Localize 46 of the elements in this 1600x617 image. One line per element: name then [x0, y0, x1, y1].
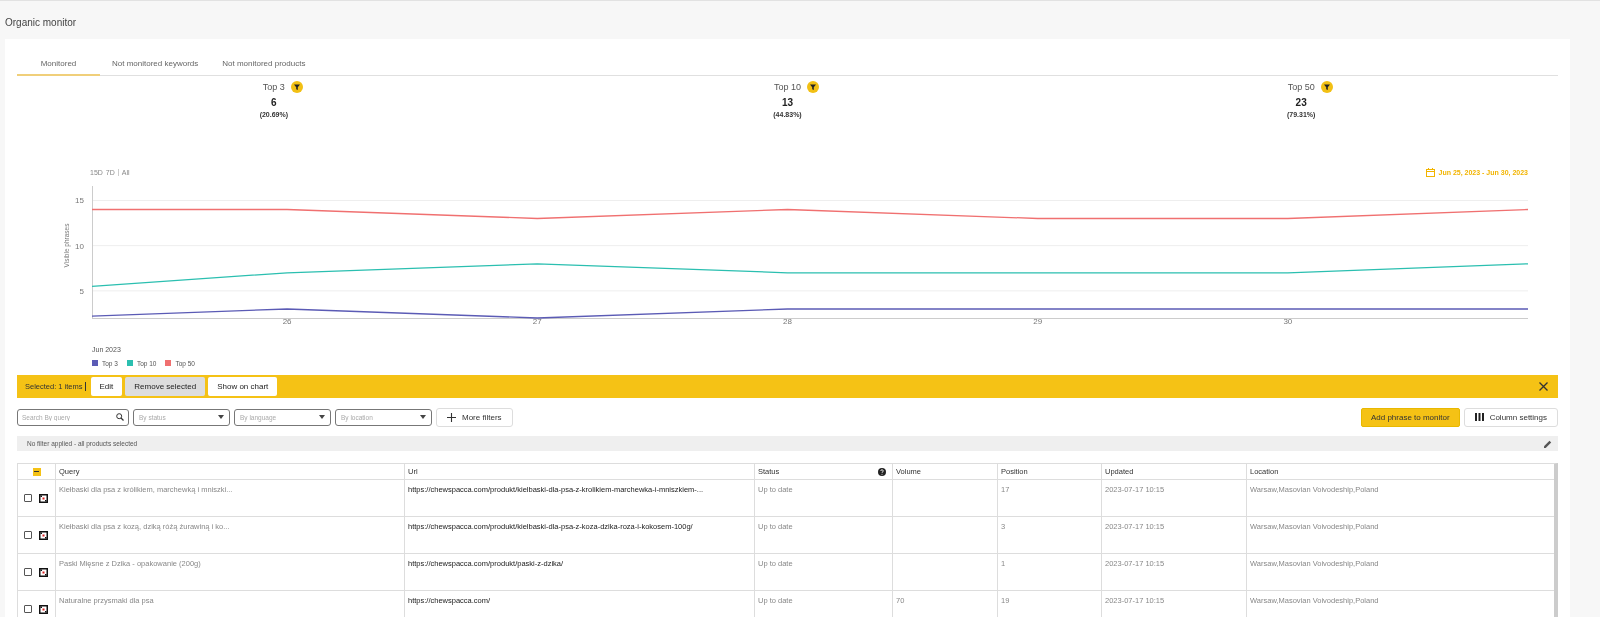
x-tick-label: 29	[1033, 316, 1043, 326]
dotted-square-icon	[39, 604, 48, 614]
dotted-square-icon	[39, 567, 48, 577]
y-tick-label: 10	[75, 241, 84, 251]
action-button[interactable]: Show on chart	[208, 377, 278, 396]
row-checkbox[interactable]	[24, 568, 32, 576]
pencil-icon[interactable]	[1544, 439, 1552, 448]
add-phrase-button[interactable]: Add phrase to monitor	[1360, 407, 1460, 427]
x-tick-label: 28	[783, 316, 792, 326]
row-checkbox[interactable]	[24, 605, 32, 613]
stat-label: Top 50	[1287, 82, 1315, 92]
y-tick-label: 15	[75, 196, 84, 206]
tab[interactable]: Monitored	[17, 51, 100, 76]
help-icon[interactable]	[878, 468, 886, 476]
search-icon	[116, 413, 124, 421]
filter-icon[interactable]	[807, 81, 819, 93]
x-tick-label: 26	[282, 316, 292, 326]
page-title: Organic monitor	[4, 16, 78, 30]
action-button[interactable]: Edit	[90, 377, 123, 396]
stat-value: 23	[1295, 97, 1307, 108]
filter-icon[interactable]	[290, 81, 303, 93]
stat-value: 13	[781, 97, 794, 108]
close-icon[interactable]	[1539, 382, 1548, 391]
stat-label: Top 3	[262, 82, 285, 92]
columns-icon	[1474, 413, 1484, 421]
dotted-square-icon	[39, 493, 48, 503]
filter-icon[interactable]	[1320, 81, 1333, 93]
tab[interactable]: Not monitored products	[210, 51, 318, 76]
column-settings-button[interactable]: Column settings	[1463, 407, 1558, 427]
x-tick-label: 30	[1283, 316, 1293, 326]
action-button[interactable]: Remove selected	[125, 377, 206, 396]
plus-icon	[447, 412, 456, 422]
row-checkbox[interactable]	[24, 494, 32, 502]
x-tick-label: 27	[532, 316, 542, 326]
more-filters-button[interactable]: More filters	[436, 407, 513, 427]
stat-value: 6	[271, 97, 277, 108]
calendar-icon	[1425, 167, 1435, 177]
tab[interactable]: Not monitored keywords	[100, 51, 211, 76]
caret-icon	[420, 415, 426, 419]
stat-label: Top 10	[773, 82, 801, 92]
row-checkbox[interactable]	[24, 531, 32, 539]
select-all-checkbox[interactable]	[32, 467, 41, 476]
y-tick-label: 5	[79, 286, 84, 296]
caret-icon	[319, 415, 325, 419]
dotted-square-icon	[39, 530, 48, 540]
caret-icon	[218, 415, 224, 419]
